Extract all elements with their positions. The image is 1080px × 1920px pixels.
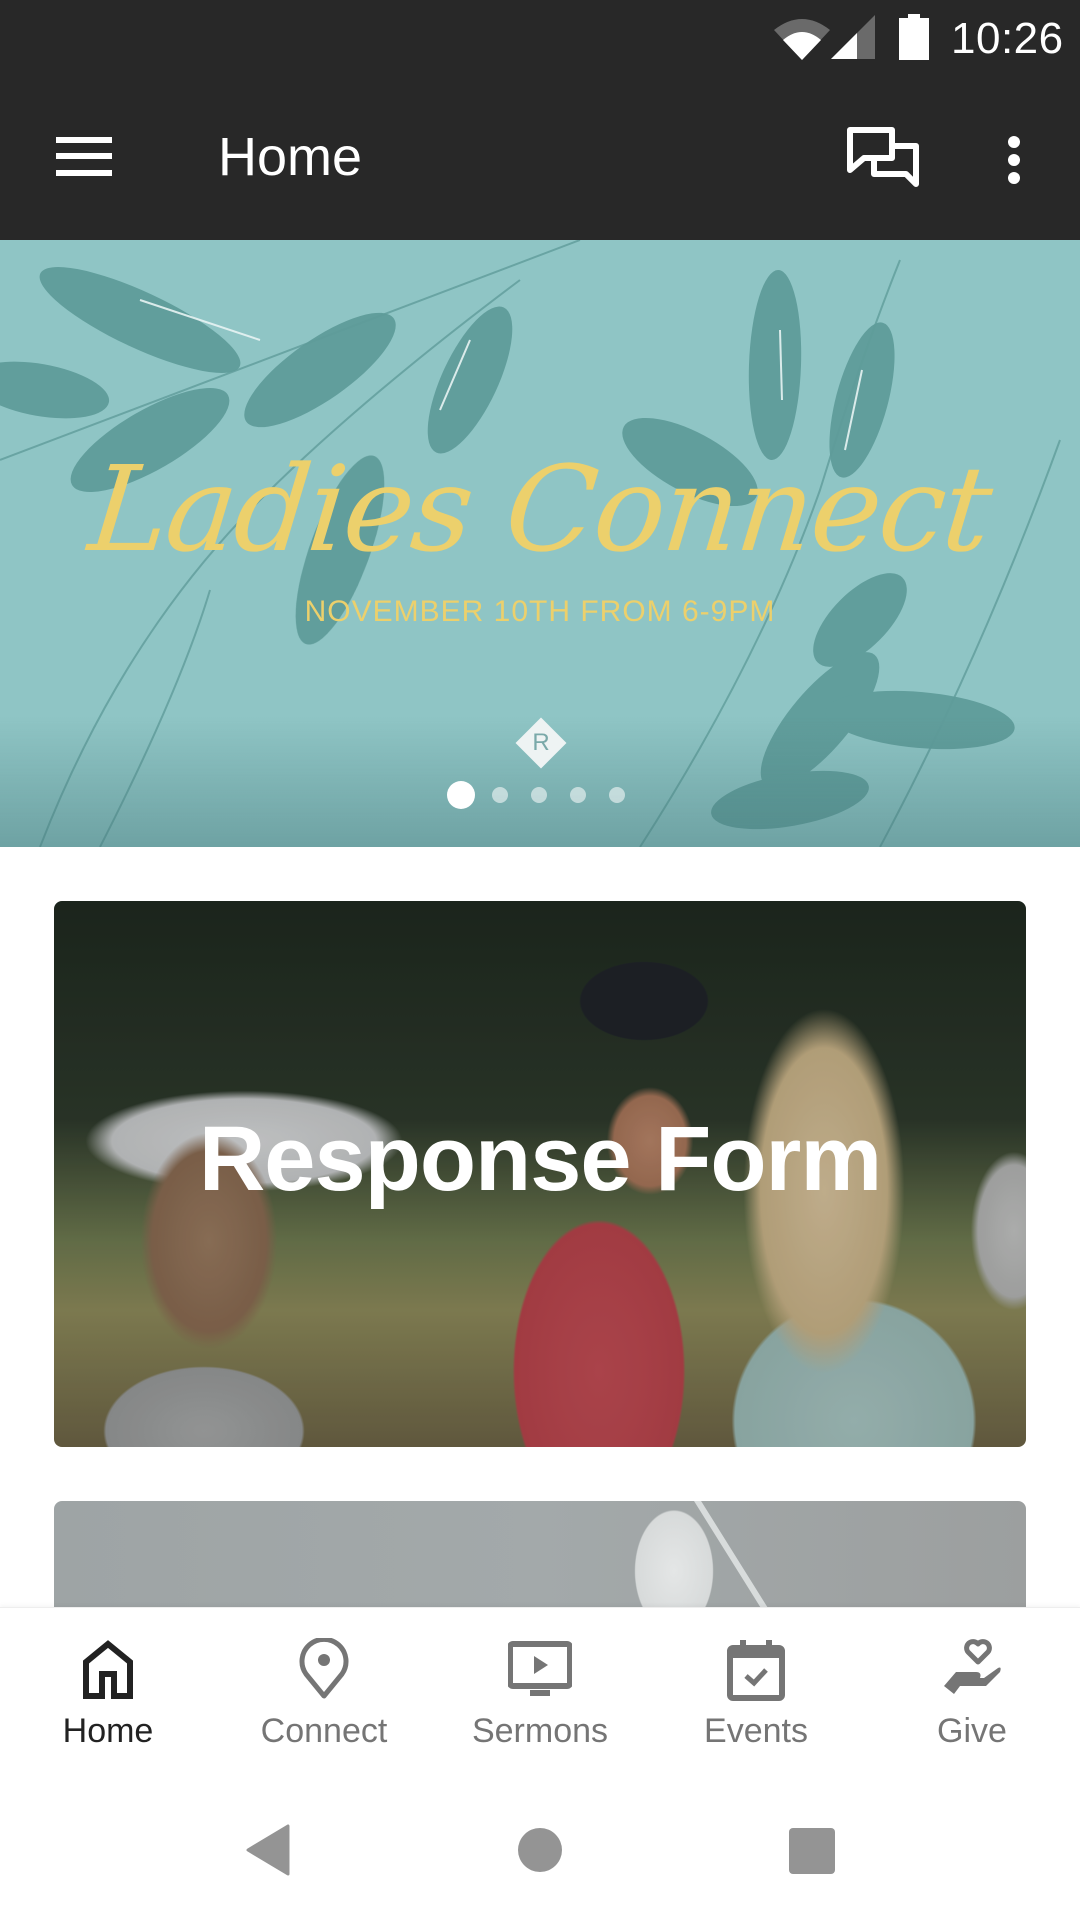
home-circle-icon [518,1828,562,1872]
nav-item-give[interactable]: Give [864,1608,1080,1781]
nav-label: Sermons [471,1712,609,1750]
nav-item-sermons[interactable]: Sermons [432,1608,648,1781]
wifi-icon [774,19,830,60]
location-pin-icon [299,1638,349,1699]
chat-icon [847,127,919,187]
chat-button[interactable] [842,124,922,204]
more-options-button[interactable] [990,124,1038,204]
nav-label: Give [937,1712,1007,1750]
bottom-navigation: Home Connect Sermons Events Give [0,1607,1080,1780]
calendar-check-icon [727,1640,785,1701]
recents-icon [789,1828,835,1874]
pager-dot-2[interactable] [492,787,508,803]
hand-heart-icon [944,1639,1001,1694]
carousel-pager [0,780,1080,810]
pager-dot-5[interactable] [609,787,625,803]
page-title: Home [218,127,363,187]
nav-item-events[interactable]: Events [648,1608,864,1781]
status-bar: 10:26 [0,0,1080,80]
banner-subline: NOVEMBER 10TH FROM 6-9PM [304,595,776,628]
nav-item-connect[interactable]: Connect [216,1608,432,1781]
status-time: 10:26 [951,14,1064,63]
pager-dot-3[interactable] [531,787,547,803]
pager-dot-4[interactable] [570,787,586,803]
home-icon [83,1640,133,1699]
system-recents-button[interactable] [772,1820,852,1880]
nav-item-home[interactable]: Home [0,1608,216,1781]
back-icon [246,1824,290,1876]
banner-headline: Ladies Connect [83,440,997,578]
battery-icon [899,14,929,60]
nav-label: Connect [260,1712,388,1750]
menu-button[interactable] [40,120,128,200]
church-logo-letter: R [532,729,550,756]
system-navigation-bar [0,1780,1080,1920]
response-form-card[interactable]: Response Form [54,901,1026,1447]
banner-carousel[interactable]: Ladies Connect NOVEMBER 10TH FROM 6-9PM … [0,240,1080,847]
system-home-button[interactable] [500,1820,580,1880]
app-bar: Home [0,80,1080,240]
system-back-button[interactable] [230,1820,310,1880]
nav-label: Events [704,1712,808,1750]
nav-label: Home [62,1712,154,1750]
video-play-icon [508,1641,572,1696]
card-title: Response Form [198,1108,882,1210]
more-vert-icon [1008,136,1020,184]
pager-dot-1[interactable] [447,781,475,809]
cell-signal-icon [831,15,875,59]
